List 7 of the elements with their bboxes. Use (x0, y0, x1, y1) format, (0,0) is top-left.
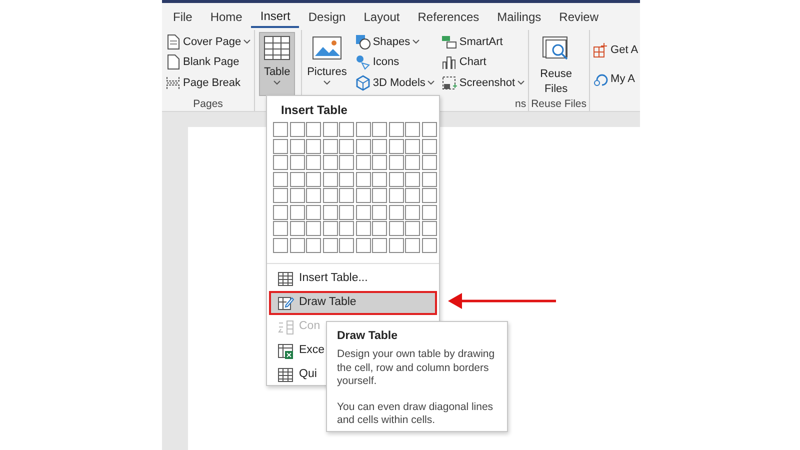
tooltip-text: Design your own table by drawing the cell, row and column borders yourself. (337, 348, 496, 389)
group-label: Pages (193, 98, 223, 110)
group-label: Reuse Files (531, 98, 587, 110)
group-label: ns (514, 98, 526, 110)
menu-title: Insert Table (280, 102, 348, 119)
tooltip-text: You can even draw diagonal lines and cells within cells. (337, 400, 494, 428)
tooltip-title: Draw Table (337, 329, 398, 344)
